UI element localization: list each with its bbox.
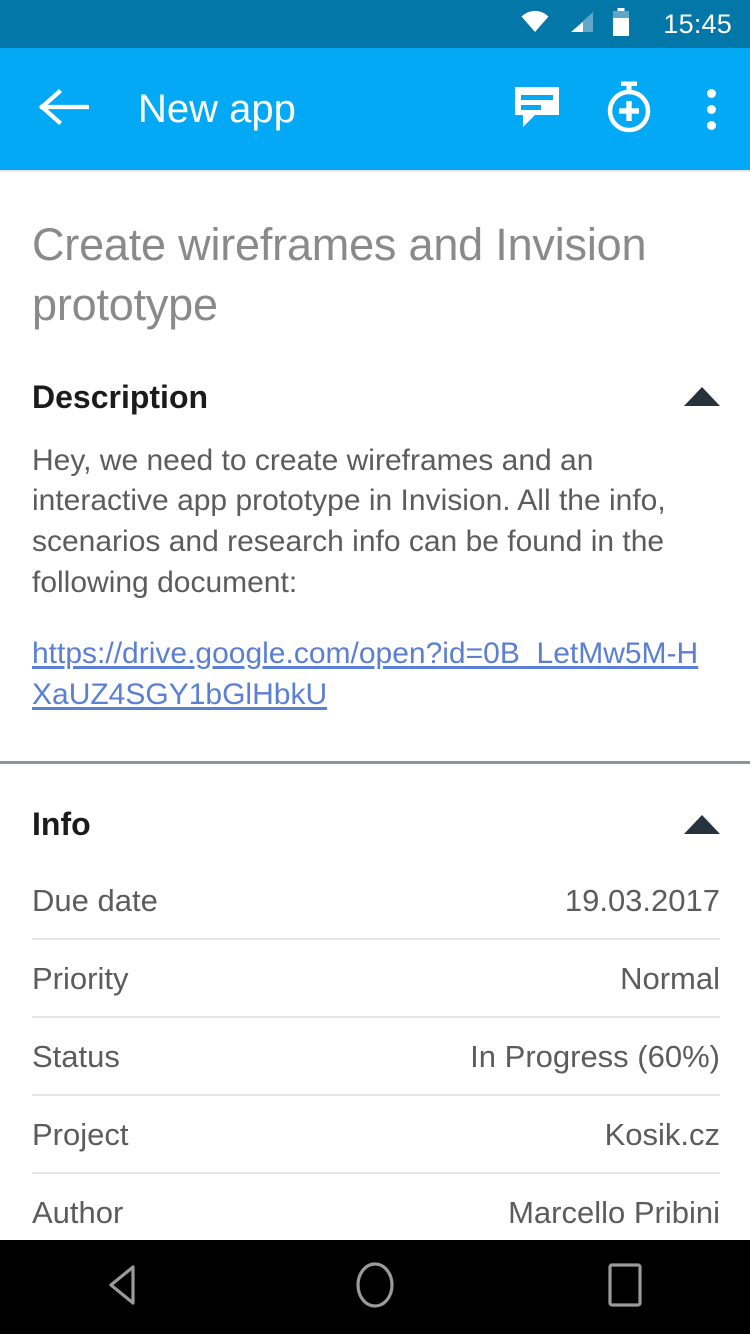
content-scroll-area[interactable]: Create wireframes and Invision prototype… [0,173,750,1334]
description-heading: Description [32,378,209,415]
info-row-label: Due date [32,882,158,918]
android-back-button[interactable] [65,1240,185,1334]
overflow-menu-icon [706,120,716,130]
add-time-button[interactable] [602,80,656,139]
description-body: Hey, we need to create wireframes and an… [0,441,750,716]
info-row-label: Author [32,1194,124,1230]
table-row[interactable]: Due date 19.03.2017 [32,862,720,941]
page-title: Create wireframes and Invision prototype [32,219,647,330]
triangle-left-icon [103,1262,147,1313]
info-table: Due date 19.03.2017 Priority Normal Stat… [0,862,750,1253]
info-section-header[interactable]: Info [0,808,750,840]
android-recents-button[interactable] [565,1240,685,1334]
overflow-menu-icon [706,88,716,98]
info-row-value: Normal [620,960,720,996]
table-row[interactable]: Project Kosik.cz [32,1096,720,1175]
info-row-label: Project [32,1116,129,1152]
table-row[interactable]: Priority Normal [32,940,720,1019]
table-row[interactable]: Status In Progress (60%) [32,1018,720,1097]
triangle-up-icon[interactable] [684,387,720,407]
circle-icon [352,1259,398,1316]
comment-icon [511,83,563,136]
info-row-value: 19.03.2017 [564,882,720,918]
timer-add-icon [602,80,656,139]
back-arrow-icon [39,88,90,130]
android-home-button[interactable] [315,1240,435,1334]
app-bar-title: New app [138,87,296,131]
info-row-value: Marcello Pribini [508,1194,720,1230]
description-section-header[interactable]: Description [0,381,750,413]
status-bar: 15:45 [0,0,750,48]
status-bar-clock: 15:45 [663,8,732,39]
triangle-up-icon[interactable] [684,814,720,834]
info-row-label: Status [32,1038,120,1074]
info-row-label: Priority [32,960,129,996]
app-bar: New app [0,48,750,170]
info-row-value: In Progress (60%) [470,1038,720,1074]
description-link[interactable]: https://drive.google.com/open?id=0B_LetM… [32,634,718,716]
status-bar-icons: 15:45 [520,7,732,41]
comment-button[interactable] [510,82,564,136]
square-icon [603,1259,647,1316]
phone-screen: 15:45 New app Create wireframes and Invi… [0,0,750,1334]
overflow-menu-button[interactable] [694,82,728,136]
overflow-menu-icon [706,104,716,114]
app-bar-actions [510,80,728,139]
back-button[interactable] [38,83,90,135]
wifi-icon [520,10,550,39]
description-text: Hey, we need to create wireframes and an… [32,443,666,600]
cellular-signal-icon [567,10,595,39]
info-heading: Info [32,806,91,843]
battery-icon [612,7,630,41]
android-navigation-bar [0,1240,750,1334]
info-row-value: Kosik.cz [604,1116,720,1152]
